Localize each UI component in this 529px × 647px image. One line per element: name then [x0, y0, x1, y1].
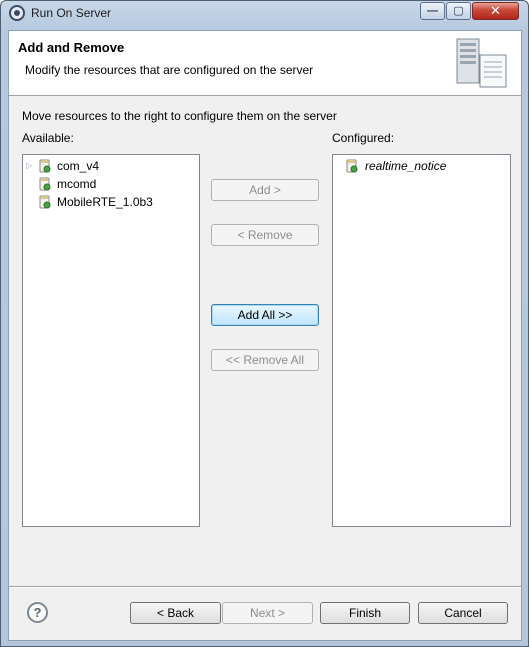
minimize-button[interactable]: — — [420, 2, 445, 20]
dialog-client-area: Add and Remove Modify the resources that… — [8, 30, 522, 641]
cancel-button[interactable]: Cancel — [418, 602, 508, 624]
project-icon — [39, 195, 51, 209]
list-item-label: com_v4 — [57, 159, 100, 173]
window-title: Run On Server — [31, 6, 112, 20]
close-button[interactable]: ✕ — [472, 2, 519, 20]
project-icon — [39, 177, 51, 191]
configured-list[interactable]: realtime_notice — [332, 154, 511, 527]
list-item-label: mcomd — [57, 177, 97, 191]
eclipse-app-icon — [9, 5, 25, 21]
wizard-banner: Add and Remove Modify the resources that… — [9, 31, 521, 96]
footer-separator — [9, 586, 521, 588]
next-button[interactable]: Next > — [222, 602, 313, 624]
add-button[interactable]: Add > — [211, 179, 319, 201]
back-button[interactable]: < Back — [130, 602, 221, 624]
project-icon — [39, 159, 51, 173]
configured-label: Configured: — [332, 131, 395, 145]
page-description: Modify the resources that are configured… — [25, 63, 314, 77]
title-bar[interactable]: Run On Server — ▢ ✕ — [1, 1, 528, 27]
available-list[interactable]: ▷ com_v4 mcomd MobileRTE_1.0b3 — [22, 154, 200, 527]
maximize-button[interactable]: ▢ — [446, 2, 471, 20]
add-all-button[interactable]: Add All >> — [211, 304, 319, 326]
instruction-text: Move resources to the right to configure… — [22, 109, 337, 123]
list-item-label: MobileRTE_1.0b3 — [57, 195, 153, 209]
run-on-server-window: Run On Server — ▢ ✕ Add and Remove Modif… — [0, 0, 529, 647]
available-label: Available: — [22, 131, 74, 145]
expand-arrow-icon[interactable]: ▷ — [26, 157, 36, 175]
server-document-icon — [456, 38, 507, 88]
list-item-label: realtime_notice — [365, 159, 447, 173]
remove-button[interactable]: < Remove — [211, 224, 319, 246]
page-title: Add and Remove — [18, 40, 125, 55]
project-icon — [346, 159, 358, 173]
finish-button[interactable]: Finish — [320, 602, 410, 624]
remove-all-button[interactable]: << Remove All — [211, 349, 319, 371]
help-icon[interactable]: ? — [27, 602, 48, 623]
